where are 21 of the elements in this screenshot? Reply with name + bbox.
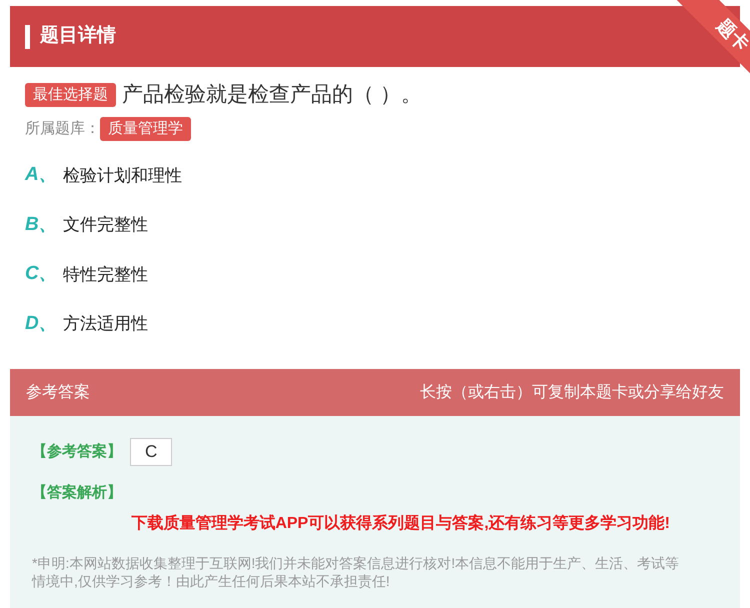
option-text: 检验计划和理性 xyxy=(63,164,182,186)
option-letter: A、 xyxy=(25,163,59,187)
option-text: 特性完整性 xyxy=(63,264,148,286)
answer-section-title: 参考答案 xyxy=(26,382,90,402)
bank-label: 所属题库： xyxy=(25,118,100,138)
option-letter: D、 xyxy=(25,312,59,336)
promo-text: 下载质量管理学考试APP可以获得系列题目与答案,还有练习等更多学习功能! xyxy=(130,513,671,534)
disclaimer-text: *申明:本网站数据收集整理于互联网!我们并未能对答案信息进行核对!本信息不能用于生产、生活、考试等情境中,仅供学习参考！由此产生任何后果本站不承担责任! xyxy=(32,554,680,590)
option-letter: B、 xyxy=(25,212,59,236)
option-text: 文件完整性 xyxy=(63,214,148,236)
answer-value: C xyxy=(130,438,172,466)
header-accent-bar xyxy=(25,24,30,48)
analysis-label: 【答案解析】 xyxy=(32,482,123,502)
option-text: 方法适用性 xyxy=(63,313,148,335)
bank-badge: 质量管理学 xyxy=(100,116,191,141)
answer-label: 【参考答案】 xyxy=(32,442,122,462)
question-type-badge: 最佳选择题 xyxy=(25,82,116,107)
header-title: 题目详情 xyxy=(40,24,116,48)
option-letter: C、 xyxy=(25,262,59,286)
share-hint: 长按（或右击）可复制本题卡或分享给好友 xyxy=(420,382,724,402)
question-text: 产品检验就是检查产品的（ ）。 xyxy=(122,82,422,108)
